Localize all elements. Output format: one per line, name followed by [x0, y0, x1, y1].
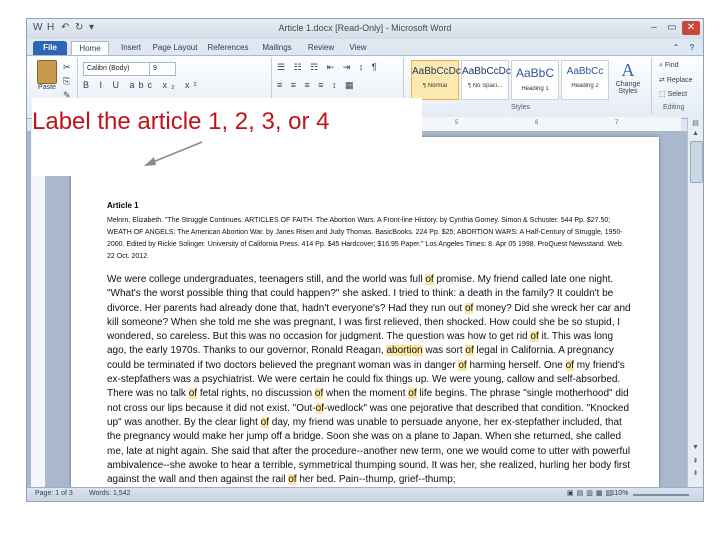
arrow-line [147, 141, 203, 165]
arrow-head [144, 157, 156, 166]
annotation-arrow [144, 141, 203, 166]
